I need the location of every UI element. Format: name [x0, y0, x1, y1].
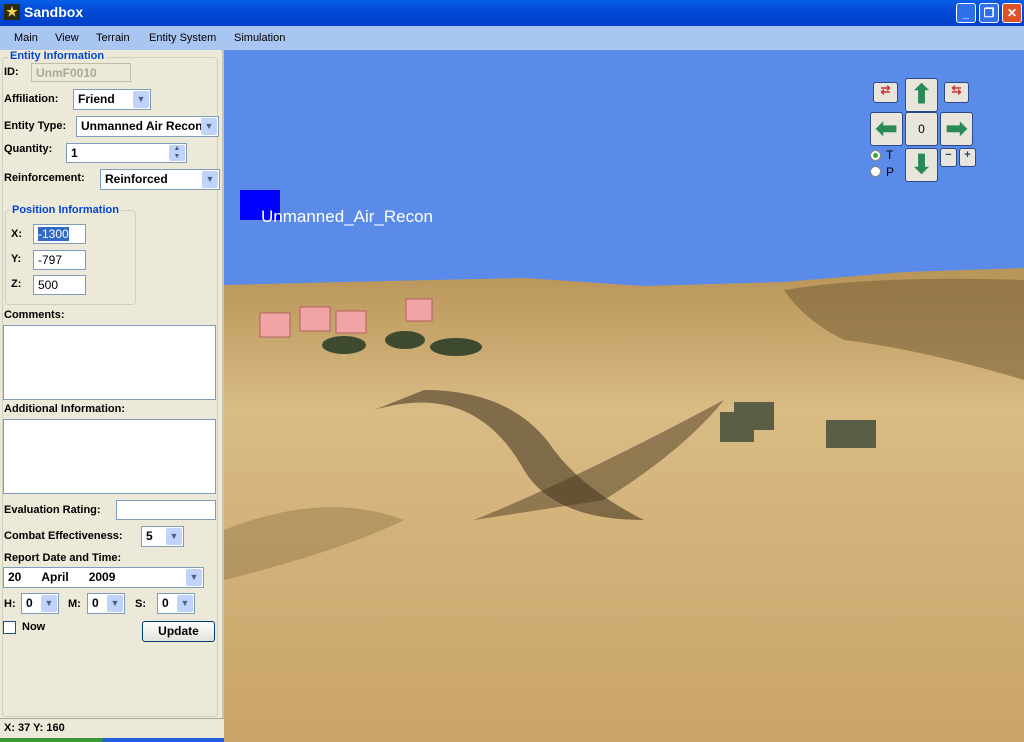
status-bar: X: 37 Y: 160	[0, 718, 224, 738]
down-arrow-button[interactable]: ⬇	[905, 148, 938, 182]
menu-terrain[interactable]: Terrain	[96, 32, 130, 44]
date-day: 20	[8, 570, 22, 584]
menu-simulation[interactable]: Simulation	[234, 32, 285, 44]
rotate-right-button[interactable]: ⇆	[944, 82, 969, 103]
3d-viewport[interactable]: Unmanned_Air_Recon ⇄ ⬆ ⇆ ⬅ 0 ➡ ⬇ − + T P	[224, 50, 1024, 742]
mode-t-radio[interactable]	[870, 150, 881, 161]
now-checkbox[interactable]	[3, 621, 16, 634]
affiliation-select[interactable]: Friend ▼	[73, 89, 151, 110]
x-label: X:	[11, 228, 22, 240]
chevron-down-icon: ▼	[201, 118, 217, 135]
window-title: Sandbox	[24, 4, 84, 20]
mode-p-radio[interactable]	[870, 166, 881, 177]
menu-bar: Main View Terrain Entity System Simulati…	[0, 26, 1024, 50]
maximize-button[interactable]: ❐	[979, 3, 999, 23]
entity-type-label: Entity Type:	[4, 120, 67, 132]
quantity-label: Quantity:	[4, 143, 53, 155]
rotate-left-button[interactable]: ⇄	[873, 82, 898, 103]
x-field[interactable]: -1300	[38, 227, 69, 241]
chevron-down-icon: ▼	[41, 595, 57, 612]
combat-value: 5	[146, 529, 153, 543]
mode-t-label: T	[886, 148, 894, 162]
z-field[interactable]: 500	[33, 275, 86, 295]
entity-info-title: Entity Information	[8, 50, 107, 62]
close-button[interactable]: ✕	[1002, 3, 1022, 23]
id-label: ID:	[4, 66, 19, 78]
zoom-out-icon[interactable]: −	[940, 148, 957, 167]
menu-main[interactable]: Main	[14, 32, 38, 44]
combat-label: Combat Effectiveness:	[4, 530, 123, 542]
menu-entity-system[interactable]: Entity System	[149, 32, 216, 44]
entity-type-select[interactable]: Unmanned Air Recon ▼	[76, 116, 219, 137]
hour-label: H:	[4, 598, 16, 610]
right-arrow-button[interactable]: ➡	[940, 112, 973, 146]
additional-info-textarea[interactable]	[3, 419, 216, 494]
second-label: S:	[135, 598, 146, 610]
comments-textarea[interactable]	[3, 325, 216, 400]
chevron-down-icon: ▼	[166, 528, 182, 545]
comments-label: Comments:	[4, 309, 65, 321]
report-label: Report Date and Time:	[4, 552, 122, 564]
evaluation-label: Evaluation Rating:	[4, 504, 101, 516]
affiliation-label: Affiliation:	[4, 93, 59, 105]
chevron-down-icon: ▼	[107, 595, 123, 612]
minute-value: 0	[92, 596, 99, 610]
army-star-logo: ★	[4, 4, 20, 20]
cursor-coordinates: X: 37 Y: 160	[4, 722, 65, 734]
terrain-scene	[224, 268, 1024, 742]
date-month: April	[41, 570, 69, 584]
minute-label: M:	[68, 598, 81, 610]
now-label: Now	[22, 621, 46, 633]
date-select[interactable]: 20 April 2009 ▼	[3, 567, 204, 588]
quantity-stepper[interactable]: 1 ▲ ▼	[66, 143, 187, 163]
menu-view[interactable]: View	[55, 32, 79, 44]
second-value: 0	[162, 596, 169, 610]
entity-panel: Entity Information ID: UnmF0010 Affiliat…	[0, 50, 224, 720]
hour-select[interactable]: 0 ▼	[21, 593, 59, 614]
affiliation-value: Friend	[78, 92, 115, 106]
left-arrow-button[interactable]: ⬅	[870, 112, 903, 146]
y-label: Y:	[11, 253, 22, 265]
up-arrow-button[interactable]: ⬆	[905, 78, 938, 112]
z-label: Z:	[11, 278, 22, 290]
minute-select[interactable]: 0 ▼	[87, 593, 125, 614]
center-value: 0	[905, 112, 938, 146]
combat-select[interactable]: 5 ▼	[141, 526, 184, 547]
additional-info-label: Additional Information:	[4, 403, 125, 415]
reinforcement-select[interactable]: Reinforced ▼	[100, 169, 220, 190]
reinforcement-label: Reinforcement:	[4, 172, 85, 184]
y-field[interactable]: -797	[33, 250, 86, 270]
mode-p-label: P	[886, 165, 895, 179]
id-field: UnmF0010	[31, 63, 131, 82]
update-button[interactable]: Update	[142, 621, 215, 642]
chevron-down-icon: ▼	[202, 171, 218, 188]
spin-arrows-icon[interactable]: ▲ ▼	[169, 145, 185, 161]
second-select[interactable]: 0 ▼	[157, 593, 195, 614]
hour-value: 0	[26, 596, 33, 610]
title-bar: ★ Sandbox _ ❐ ✕	[0, 0, 1024, 26]
zoom-in-icon[interactable]: +	[959, 148, 976, 167]
minimize-button[interactable]: _	[956, 3, 976, 23]
chevron-down-icon: ▼	[133, 91, 149, 108]
date-year: 2009	[88, 570, 116, 584]
chevron-down-icon: ▼	[186, 569, 202, 586]
quantity-value: 1	[71, 146, 78, 160]
position-title: Position Information	[10, 204, 121, 216]
entity-label: Unmanned_Air_Recon	[261, 207, 433, 226]
evaluation-field[interactable]	[116, 500, 216, 520]
reinforcement-value: Reinforced	[105, 172, 168, 186]
entity-type-value: Unmanned Air Recon	[81, 119, 203, 133]
chevron-down-icon: ▼	[177, 595, 193, 612]
